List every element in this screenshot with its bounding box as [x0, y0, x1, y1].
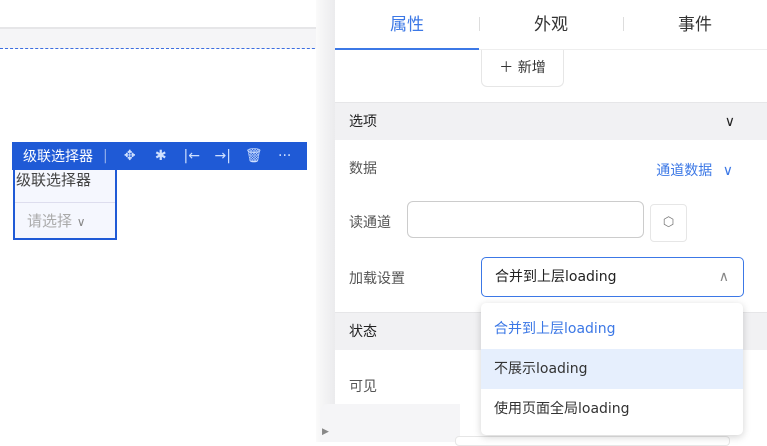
- chevron-down-icon: ∨: [76, 215, 86, 229]
- trash-icon[interactable]: 🗑: [242, 148, 266, 164]
- guide-line: [0, 48, 335, 49]
- loading-dropdown-menu: 合并到上层loading 不展示loading 使用页面全局loading: [481, 303, 743, 435]
- component-name: 级联选择器: [23, 149, 93, 165]
- dropdown-option[interactable]: 使用页面全局loading: [481, 389, 743, 429]
- hexagon-settings-icon[interactable]: ⬡: [650, 204, 687, 242]
- section-title: 状态: [349, 324, 377, 340]
- align-left-icon[interactable]: |←: [180, 148, 204, 164]
- read-channel-input[interactable]: [407, 201, 644, 238]
- more-icon[interactable]: ···: [273, 148, 297, 164]
- chevron-up-icon: ∧: [718, 269, 729, 285]
- read-channel-label: 读通道: [349, 215, 391, 231]
- move-icon[interactable]: ✥: [118, 148, 142, 164]
- canvas-scrollbar[interactable]: [316, 0, 335, 442]
- expand-arrow-icon[interactable]: ▶: [322, 427, 329, 437]
- align-right-icon[interactable]: →|: [211, 148, 235, 164]
- bottom-field: [455, 436, 730, 446]
- tab-properties[interactable]: 属性: [335, 0, 479, 50]
- tab-appearance[interactable]: 外观: [479, 0, 623, 49]
- section-title: 选项: [349, 114, 377, 130]
- collapsed-panel: [320, 404, 460, 442]
- dropdown-option[interactable]: 合并到上层loading: [481, 309, 743, 349]
- loading-select[interactable]: 合并到上层loading ∧: [481, 257, 744, 297]
- tab-events[interactable]: 事件: [623, 0, 767, 49]
- data-label: 数据: [349, 161, 377, 177]
- panel-tabs: 属性 外观 事件: [335, 0, 767, 50]
- data-source-value: 通道数据: [656, 163, 713, 179]
- canvas-header-bar: [0, 27, 335, 49]
- visible-label: 可见: [349, 379, 377, 395]
- chevron-down-icon[interactable]: ∨: [725, 103, 735, 141]
- loading-select-value: 合并到上层loading: [495, 269, 617, 285]
- cascader-label: 级联选择器: [16, 171, 92, 189]
- bug-icon[interactable]: ✱: [149, 148, 173, 164]
- cascader-placeholder: 请选择: [27, 212, 73, 230]
- loading-label: 加载设置: [349, 271, 405, 287]
- chevron-down-icon: ∨: [722, 163, 733, 179]
- dropdown-option[interactable]: 不展示loading: [481, 349, 743, 389]
- divider: |: [103, 148, 108, 164]
- data-source-dropdown[interactable]: 通道数据 ∨: [656, 160, 733, 180]
- cascader-component[interactable]: 级联选择器 请选择 ∨: [13, 170, 117, 240]
- cascader-select[interactable]: 请选择 ∨: [15, 202, 115, 238]
- section-options[interactable]: 选项 ∨: [335, 102, 767, 140]
- component-toolbar: 级联选择器 | ✥ ✱ |← →| 🗑 ···: [12, 142, 307, 170]
- add-button[interactable]: ＋ 新增: [481, 50, 564, 87]
